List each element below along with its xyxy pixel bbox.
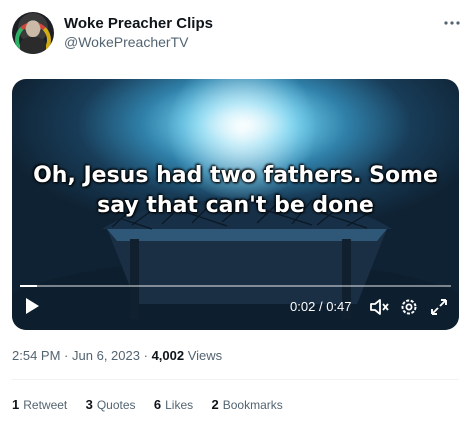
video-progress-fill <box>20 285 38 287</box>
video-controls: 0:02 / 0:47 <box>12 293 459 321</box>
fullscreen-icon[interactable] <box>428 296 450 318</box>
current-time: 0:02 <box>290 299 316 314</box>
settings-icon[interactable] <box>398 296 420 318</box>
tweet-date[interactable]: Jun 6, 2023 <box>72 348 140 363</box>
avatar-body <box>20 37 46 54</box>
avatar-face <box>26 21 40 37</box>
display-name[interactable]: Woke Preacher Clips <box>64 15 213 32</box>
tweet: Woke Preacher Clips @WokePreacherTV Oh, … <box>0 0 475 431</box>
views-label: Views <box>187 348 223 363</box>
views-count: 4,002 <box>151 348 185 363</box>
retweets-count: 1 <box>12 397 20 412</box>
quotes-label: Quotes <box>96 398 136 412</box>
avatar[interactable] <box>12 12 54 54</box>
more-horizontal-icon[interactable] <box>441 14 463 32</box>
meta-dot: · <box>64 348 69 363</box>
mute-icon[interactable] <box>368 296 390 318</box>
time-separator: / <box>318 299 323 314</box>
video-caption: Oh, Jesus had two fathers. Some say that… <box>33 163 438 218</box>
play-icon[interactable] <box>24 297 40 315</box>
duration: 0:47 <box>326 299 352 314</box>
quotes-stat[interactable]: 3 Quotes <box>86 397 136 412</box>
tweet-time[interactable]: 2:54 PM <box>12 348 60 363</box>
retweets-stat[interactable]: 1 Retweet <box>12 397 67 412</box>
bookmarks-count: 2 <box>211 397 219 412</box>
video-player[interactable]: Oh, Jesus had two fathers. Some say that… <box>12 79 459 330</box>
bookmarks-label: Bookmarks <box>222 398 283 412</box>
video-time: 0:02 / 0:47 <box>290 299 352 314</box>
likes-stat[interactable]: 6 Likes <box>154 397 193 412</box>
likes-label: Likes <box>165 398 194 412</box>
meta-dot: · <box>143 348 148 363</box>
video-progress-bar[interactable] <box>20 285 451 287</box>
tweet-header: Woke Preacher Clips @WokePreacherTV <box>12 12 463 56</box>
tweet-meta: 2:54 PM · Jun 6, 2023 · 4,002 Views <box>12 348 222 363</box>
quotes-count: 3 <box>85 397 93 412</box>
user-handle[interactable]: @WokePreacherTV <box>64 34 188 50</box>
bookmarks-stat[interactable]: 2 Bookmarks <box>211 397 282 412</box>
retweets-label: Retweet <box>23 398 68 412</box>
engagement-stats: 1 Retweet 3 Quotes 6 Likes 2 Bookmarks <box>12 397 298 412</box>
divider <box>12 379 459 380</box>
likes-count: 6 <box>153 397 162 412</box>
